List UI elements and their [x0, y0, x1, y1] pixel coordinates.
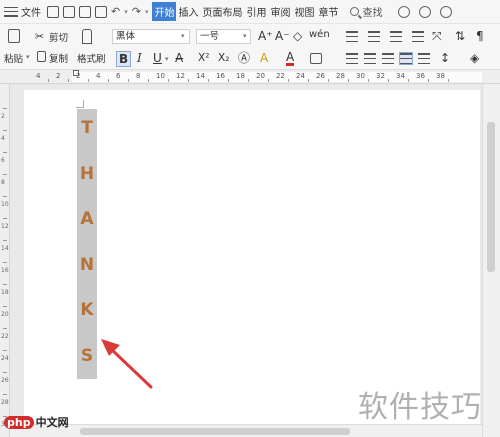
php-logo: php — [4, 415, 34, 429]
annotation-arrow — [101, 339, 153, 389]
brand-watermark: php 中文网 — [4, 414, 69, 430]
watermark-text: 软件技巧 — [358, 390, 482, 425]
horizontal-scroll-thumb[interactable] — [80, 428, 350, 435]
vertical-scrollbar[interactable] — [482, 84, 500, 437]
brand-site-name: 中文网 — [35, 416, 69, 429]
vertical-scroll-thumb[interactable] — [487, 122, 495, 272]
